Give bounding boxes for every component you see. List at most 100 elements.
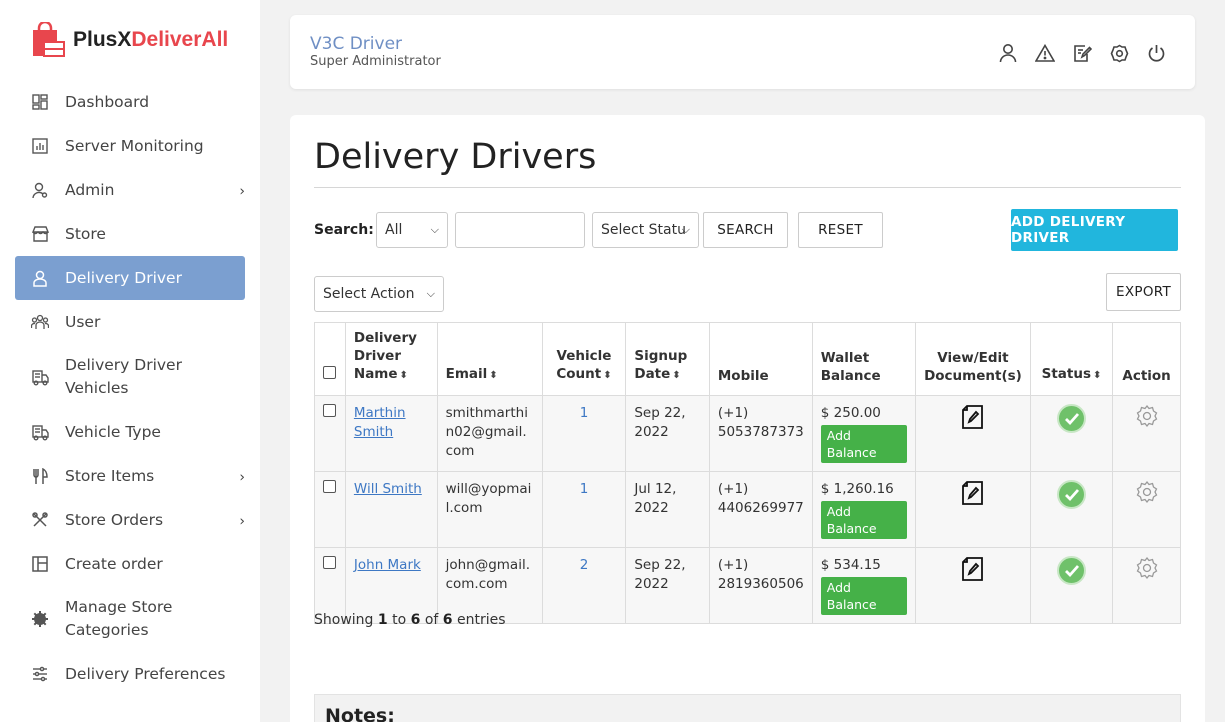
col-documents: View/Edit Document(s) <box>915 322 1031 396</box>
sidebar-item-label: Admin <box>65 180 115 199</box>
gear-icon[interactable] <box>1135 404 1159 432</box>
pagination-total: 6 <box>442 612 453 628</box>
sidebar-item-store-orders[interactable]: Store Orders › <box>15 498 245 542</box>
search-label: Search: <box>314 222 374 238</box>
vehicle-count-link[interactable]: 2 <box>580 557 589 573</box>
brand-name-part1: PlusX <box>73 28 132 51</box>
fork-knife-icon <box>31 467 49 485</box>
sidebar-item-user[interactable]: User <box>15 300 245 344</box>
profile-icon[interactable] <box>997 42 1019 64</box>
export-button[interactable]: EXPORT <box>1106 273 1181 311</box>
brand-name: PlusXDeliverAll <box>73 28 228 52</box>
mobile-cell: (+1) 2819360506 <box>708 547 813 624</box>
gear-icon[interactable] <box>1135 556 1159 584</box>
dashboard-icon <box>31 93 49 111</box>
sidebar-item-vehicle-type[interactable]: Vehicle Type <box>15 410 245 454</box>
wallet-cell: $ 250.00 Add Balance <box>811 395 917 472</box>
sidebar-item-dashboard[interactable]: Dashboard <box>15 80 245 124</box>
sidebar-item-admin[interactable]: Admin › <box>15 168 245 212</box>
mobile-cell: (+1) 5053787373 <box>708 395 813 472</box>
alert-icon[interactable] <box>1034 42 1056 64</box>
add-balance-button[interactable]: Add Balance <box>820 425 908 463</box>
col-documents-label: View/Edit Document(s) <box>924 350 1022 384</box>
mobile-code: (+1) <box>717 405 749 421</box>
driver-icon <box>31 269 49 287</box>
vehicle-icon <box>31 368 49 386</box>
sidebar-item-server-monitoring[interactable]: Server Monitoring <box>15 124 245 168</box>
search-field-select[interactable]: All ⌵ <box>376 212 448 248</box>
status-select-value: Select Statu <box>601 222 686 238</box>
sidebar-item-delivery-preferences[interactable]: Delivery Preferences <box>15 652 245 696</box>
sort-icon: ⬍ <box>603 370 612 381</box>
top-header: V3C Driver Super Administrator <box>290 15 1195 89</box>
wallet-amount: $ 1,260.16 <box>820 481 894 497</box>
status-active-icon[interactable] <box>1057 404 1086 433</box>
document-edit-icon[interactable] <box>960 481 986 510</box>
reset-button[interactable]: RESET <box>798 212 883 248</box>
add-delivery-driver-button[interactable]: ADD DELIVERY DRIVER <box>1011 209 1178 251</box>
add-balance-button[interactable]: Add Balance <box>820 501 908 539</box>
row-select-cell <box>314 395 346 472</box>
status-active-icon[interactable] <box>1057 480 1086 509</box>
search-button[interactable]: SEARCH <box>703 212 788 248</box>
vehicle-count-cell: 1 <box>541 395 627 472</box>
row-checkbox[interactable] <box>323 556 337 569</box>
sidebar-item-store[interactable]: Store <box>15 212 245 256</box>
document-edit-icon[interactable] <box>960 405 986 434</box>
bulk-action-select[interactable]: Select Action ⌵ <box>314 276 444 312</box>
power-icon[interactable] <box>1145 42 1167 64</box>
status-select[interactable]: Select Statu ⌵ <box>592 212 699 248</box>
vehicle-count-cell: 2 <box>541 547 627 624</box>
document-edit-icon[interactable] <box>960 557 986 586</box>
driver-name-link[interactable]: John Mark <box>354 557 421 573</box>
categories-icon <box>31 610 49 628</box>
sidebar-item-delivery-driver[interactable]: Delivery Driver <box>15 256 245 300</box>
settings-icon[interactable] <box>1108 42 1130 64</box>
col-name[interactable]: Delivery Driver Name ⬍ <box>344 322 438 396</box>
sidebar-item-label: User <box>65 312 101 331</box>
driver-name-link[interactable]: Will Smith <box>354 481 422 497</box>
sort-icon: ⬍ <box>1093 370 1102 381</box>
admin-user-icon <box>31 181 49 199</box>
sort-icon: ⬍ <box>399 370 408 381</box>
bulk-action-select-value: Select Action <box>323 286 415 302</box>
signup-date-cell: Jul 12, 2022 <box>625 471 710 548</box>
sidebar-item-create-order[interactable]: Create order <box>15 542 245 586</box>
sidebar-item-manage-store-categories[interactable]: Manage Store Categories <box>15 586 245 652</box>
sidebar: PlusXDeliverAll Dashboard Server Monitor… <box>0 0 260 722</box>
col-status[interactable]: Status ⬍ <box>1029 322 1114 396</box>
wallet-amount: $ 250.00 <box>820 405 881 421</box>
status-active-icon[interactable] <box>1057 556 1086 585</box>
mobile-code: (+1) <box>717 557 749 573</box>
add-balance-button[interactable]: Add Balance <box>820 577 908 615</box>
users-icon <box>31 313 49 331</box>
chevron-down-icon: ⌵ <box>430 223 439 236</box>
row-checkbox[interactable] <box>323 480 337 493</box>
vehicle-count-link[interactable]: 1 <box>580 405 589 421</box>
sidebar-item-label: Manage Store Categories <box>65 598 173 639</box>
brand-logo[interactable]: PlusXDeliverAll <box>30 20 228 58</box>
sidebar-item-label: Create order <box>65 554 163 573</box>
driver-name-link[interactable]: Marthin Smith <box>354 405 406 440</box>
col-vehicle-count[interactable]: Vehicle Count ⬍ <box>541 322 627 396</box>
sidebar-item-delivery-driver-vehicles[interactable]: Delivery Driver Vehicles <box>15 344 245 410</box>
edit-icon[interactable] <box>1071 42 1093 64</box>
title-divider <box>314 187 1181 188</box>
brand-name-part2: DeliverAll <box>131 28 229 51</box>
mobile-number: 2819360506 <box>717 576 804 592</box>
pagination-to-word: to <box>392 612 407 628</box>
col-email[interactable]: Email ⬍ <box>436 322 543 396</box>
chevron-right-icon: › <box>239 183 245 200</box>
driver-name-cell: Will Smith <box>344 471 438 548</box>
gear-icon[interactable] <box>1135 480 1159 508</box>
select-all-checkbox[interactable] <box>323 366 337 379</box>
search-input[interactable] <box>455 212 585 248</box>
col-status-label: Status <box>1041 366 1091 382</box>
col-signup-date[interactable]: Signup Date ⬍ <box>625 322 710 396</box>
select-all-header <box>314 322 346 396</box>
mobile-cell: (+1) 4406269977 <box>708 471 813 548</box>
vehicle-count-link[interactable]: 1 <box>580 481 589 497</box>
row-checkbox[interactable] <box>323 404 337 417</box>
sidebar-nav: Dashboard Server Monitoring Admin › Stor… <box>15 80 245 696</box>
sidebar-item-store-items[interactable]: Store Items › <box>15 454 245 498</box>
